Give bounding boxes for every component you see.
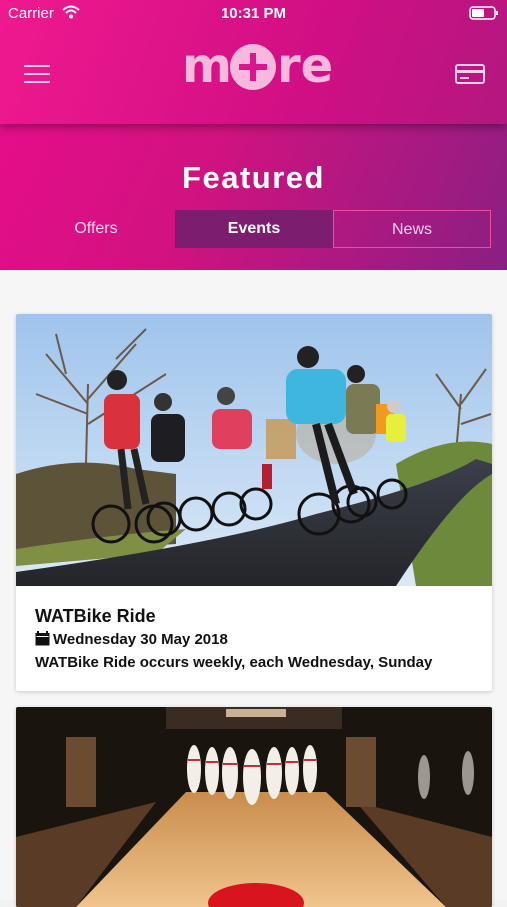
event-image (16, 707, 492, 907)
credit-card-icon[interactable] (453, 62, 487, 86)
event-description: WATBike Ride occurs weekly, each Wednesd… (35, 654, 433, 671)
svg-text:re: re (277, 40, 332, 94)
status-bar: Carrier 10:31 PM (0, 0, 507, 28)
hamburger-menu-icon[interactable] (22, 62, 52, 86)
tab-news[interactable]: News (333, 210, 491, 248)
svg-text:m: m (182, 40, 232, 94)
header: Carrier 10:31 PM m re Featured Offers Ev… (0, 0, 507, 270)
event-card[interactable] (16, 707, 492, 907)
page-title: Featured (182, 160, 325, 195)
navbar: Carrier 10:31 PM m re (0, 0, 507, 124)
event-date: Wednesday 30 May 2018 (35, 631, 228, 648)
event-date-text: Wednesday 30 May 2018 (53, 631, 228, 648)
tab-offers[interactable]: Offers (17, 210, 175, 248)
more-logo: m re (182, 38, 333, 98)
event-image (16, 314, 492, 586)
events-list: WATBike Ride Wednesday 30 May 2018 WATBi… (0, 270, 507, 907)
calendar-icon (35, 631, 50, 646)
tab-events[interactable]: Events (175, 210, 333, 248)
event-title: WATBike Ride (35, 606, 156, 626)
status-time: 10:31 PM (220, 5, 287, 22)
battery-icon (469, 6, 498, 20)
segmented-tabs: Offers Events News (17, 210, 491, 248)
event-card[interactable]: WATBike Ride Wednesday 30 May 2018 WATBi… (16, 314, 492, 691)
